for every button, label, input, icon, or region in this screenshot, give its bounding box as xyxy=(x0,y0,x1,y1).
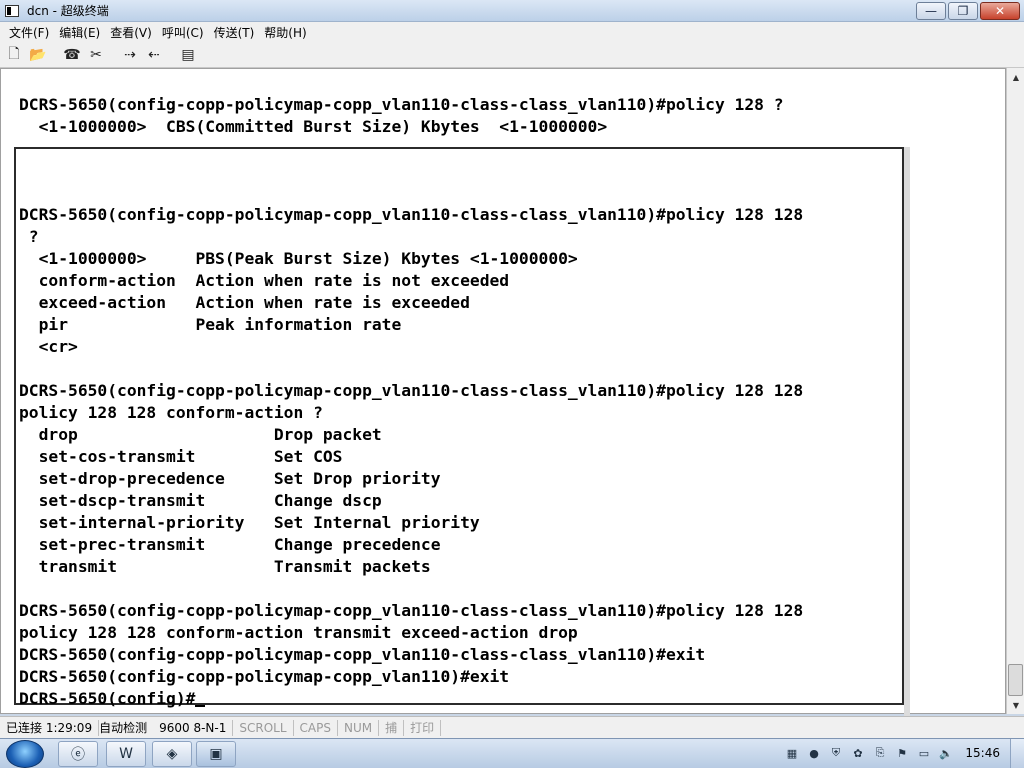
browser-task-icon[interactable]: ⓔ xyxy=(58,741,98,767)
terminal-app-icon[interactable] xyxy=(5,4,19,17)
terminal-line: exceed-action Action when rate is exceed… xyxy=(19,293,470,312)
phone-icon[interactable]: ☎ xyxy=(62,45,82,65)
terminal-line: conform-action Action when rate is not e… xyxy=(19,271,510,290)
app-tray-icon[interactable]: ● xyxy=(806,745,822,761)
terminal-line: set-cos-transmit Set COS xyxy=(19,447,343,466)
window-controls: — ❐ ✕ xyxy=(916,2,1020,20)
flag-icon[interactable]: ⚑ xyxy=(894,745,910,761)
text-cursor xyxy=(195,705,206,707)
terminal-line: DCRS-5650(config)# xyxy=(19,688,206,710)
menu-edit[interactable]: 编辑(E) xyxy=(54,24,105,41)
menu-bar: 文件(F) 编辑(E) 查看(V) 呼叫(C) 传送(T) 帮助(H) xyxy=(0,22,1024,42)
terminal-line: set-prec-transmit Change precedence xyxy=(19,535,441,554)
menu-call[interactable]: 呼叫(C) xyxy=(157,24,209,41)
menu-transfer[interactable]: 传送(T) xyxy=(209,24,260,41)
terminal-line: set-internal-priority Set Internal prior… xyxy=(19,513,480,532)
minimize-button[interactable]: — xyxy=(916,2,946,20)
terminal-line: DCRS-5650(config-copp-policymap-copp_vla… xyxy=(19,667,510,686)
clock[interactable]: 15:46 xyxy=(965,746,1000,760)
status-caps: CAPS xyxy=(294,719,338,736)
terminal-line: <cr> xyxy=(19,337,78,356)
send-icon[interactable]: ⇢ xyxy=(120,45,140,65)
terminal-line: DCRS-5650(config-copp-policymap-copp_vla… xyxy=(19,645,706,664)
terminal-line: set-dscp-transmit Change dscp xyxy=(19,491,382,510)
disconnect-icon[interactable]: ✂ xyxy=(86,45,106,65)
network-tray-icon[interactable]: ▦ xyxy=(784,745,800,761)
status-connection: 已连接 1:29:09 xyxy=(0,719,100,736)
show-desktop-button[interactable] xyxy=(1010,739,1024,768)
status-print: 打印 xyxy=(404,719,442,736)
terminal-line: <1-1000000> PBS(Peak Burst Size) Kbytes … xyxy=(19,249,578,268)
scroll-up-icon[interactable]: ▲ xyxy=(1009,70,1023,84)
terminal-line-top-2: <1-1000000> CBS(Committed Burst Size) Kb… xyxy=(19,117,608,136)
usb-icon[interactable]: ⎘ xyxy=(872,745,888,761)
word-task-icon[interactable]: W xyxy=(106,741,146,767)
receive-icon[interactable]: ⇠ xyxy=(144,45,164,65)
new-file-icon[interactable]: 🗋 xyxy=(4,45,24,65)
system-tray: ▦ ● ⛨ ✿ ⎘ ⚑ ▭ 🔈 xyxy=(784,745,954,761)
status-bar: 已连接 1:29:09 自动检测 9600 8-N-1 SCROLL CAPS … xyxy=(0,716,1024,738)
menu-file[interactable]: 文件(F) xyxy=(4,24,54,41)
monitor-icon[interactable]: ▭ xyxy=(916,745,932,761)
open-folder-icon[interactable]: 📂 xyxy=(28,45,48,65)
terminal-line: DCRS-5650(config-copp-policymap-copp_vla… xyxy=(19,381,804,400)
package-task-icon[interactable]: ◈ xyxy=(152,741,192,767)
taskbar: ⓔ W ◈ ▣ ▦ ● ⛨ ✿ ⎘ ⚑ ▭ 🔈 15:46 xyxy=(0,738,1024,768)
terminal-area[interactable]: DCRS-5650(config-copp-policymap-copp_vla… xyxy=(0,68,1006,717)
terminal-line: DCRS-5650(config-copp-policymap-copp_vla… xyxy=(19,601,804,620)
title-bar: dcn - 超级终端 — ❐ ✕ xyxy=(0,0,1024,22)
scroll-thumb[interactable] xyxy=(1008,664,1023,696)
security-tray-icon[interactable]: ✿ xyxy=(850,745,866,761)
status-scroll: SCROLL xyxy=(233,719,294,736)
terminal-line: set-drop-precedence Set Drop priority xyxy=(19,469,441,488)
terminal-line-top-1: DCRS-5650(config-copp-policymap-copp_vla… xyxy=(19,95,784,114)
terminal-line: pir Peak information rate xyxy=(19,315,402,334)
terminal-task-icon[interactable]: ▣ xyxy=(196,741,236,767)
terminal-line: ? xyxy=(19,227,39,246)
status-capture: 捕 xyxy=(379,719,405,736)
terminal-line: transmit Transmit packets xyxy=(19,557,431,576)
maximize-button[interactable]: ❐ xyxy=(948,2,978,20)
properties-icon[interactable]: ▤ xyxy=(178,45,198,65)
terminal-line: DCRS-5650(config-copp-policymap-copp_vla… xyxy=(19,205,804,224)
volume-icon[interactable]: 🔈 xyxy=(938,745,954,761)
terminal-line: policy 128 128 conform-action transmit e… xyxy=(19,623,578,642)
terminal-line: drop Drop packet xyxy=(19,425,382,444)
window-title: dcn - 超级终端 xyxy=(27,4,109,18)
toolbar: 🗋 📂 ☎ ✂ ⇢ ⇠ ▤ xyxy=(0,42,1024,68)
scroll-down-icon[interactable]: ▼ xyxy=(1009,698,1023,712)
status-params: 9600 8-N-1 xyxy=(153,719,234,736)
shield-icon[interactable]: ⛨ xyxy=(828,745,844,761)
close-button[interactable]: ✕ xyxy=(980,2,1020,20)
start-button[interactable] xyxy=(6,740,44,768)
vertical-scrollbar[interactable]: ▲ ▼ xyxy=(1006,68,1024,714)
menu-help[interactable]: 帮助(H) xyxy=(259,24,311,41)
status-detect: 自动检测 xyxy=(99,720,148,735)
menu-view[interactable]: 查看(V) xyxy=(105,24,157,41)
status-num: NUM xyxy=(338,719,380,736)
terminal-line: policy 128 128 conform-action ? xyxy=(19,403,323,422)
